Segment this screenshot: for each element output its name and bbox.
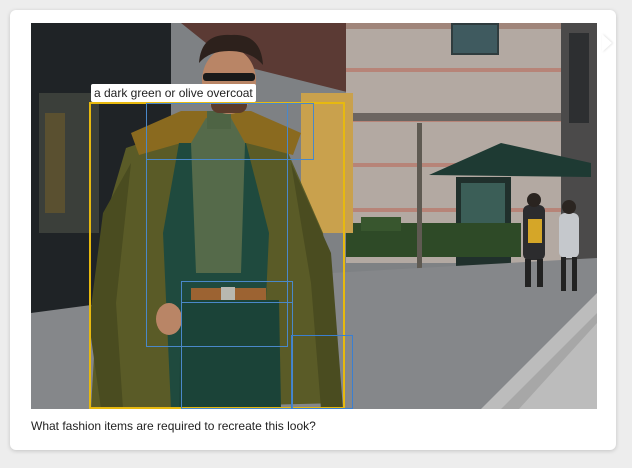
detection-label: a dark green or olive overcoat	[91, 84, 256, 102]
trousers-bounding-box[interactable]	[181, 281, 293, 409]
bag-bounding-box[interactable]	[291, 335, 353, 409]
question-text: What fashion items are required to recre…	[31, 419, 316, 433]
card-pointer	[602, 34, 612, 52]
fashion-photo	[31, 23, 597, 409]
